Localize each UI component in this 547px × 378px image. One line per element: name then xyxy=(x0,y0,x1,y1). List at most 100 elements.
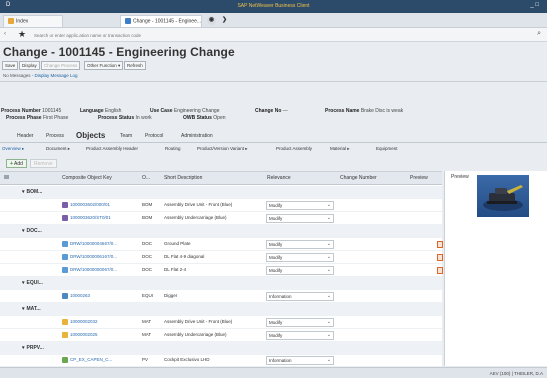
remove-button[interactable]: Remove xyxy=(30,159,57,168)
table-row[interactable]: 1000003620/ST0/01 BOM Assembly Undercarr… xyxy=(0,212,442,225)
short-description: Assembly Drive Unit - Front (Blue) xyxy=(164,202,233,207)
tab-header[interactable]: Header xyxy=(17,133,33,139)
other-function-button[interactable]: Other Function ▾ xyxy=(84,61,124,70)
bom-icon xyxy=(62,215,68,221)
table-row[interactable]: 10000263 EQUI Digger Information ⌄ xyxy=(0,290,442,303)
relevance-select[interactable]: Modify ⌄ xyxy=(266,240,334,249)
table-row[interactable]: DRW/10000004667/0... DOC Ground Plate Mo… xyxy=(0,238,443,251)
preview-image[interactable] xyxy=(477,175,529,217)
group-row-bom[interactable]: ▾ BOM... xyxy=(0,186,442,199)
subtab-equipment[interactable]: Equipment xyxy=(376,146,398,151)
object-key-link[interactable]: 1000003602/000/01 xyxy=(70,202,140,207)
objects-grid: Composite Object Key O... Short Descript… xyxy=(0,171,443,367)
favorite-star-icon[interactable]: ★ xyxy=(18,30,26,39)
column-preview[interactable]: Preview xyxy=(410,175,428,181)
column-change-number[interactable]: Change Number xyxy=(340,175,377,181)
object-key-link[interactable]: 10000263 xyxy=(70,293,140,298)
object-key-link[interactable]: DRW/10000000067/0... xyxy=(70,267,140,272)
search-icon[interactable]: ⌕ xyxy=(537,30,541,38)
subtab-product-assembly-header[interactable]: Product Assembly Header xyxy=(86,146,138,151)
object-key-link[interactable]: 1000003620/ST0/01 xyxy=(70,215,140,220)
chevron-down-icon: ⌄ xyxy=(326,241,331,247)
subtab-overview[interactable]: Overview ▸ xyxy=(2,146,24,152)
display-message-log-link[interactable]: Display Message Log xyxy=(35,73,78,78)
table-row[interactable]: CP_EX_CAPEN_C... PV Cockpit Exclusivo LH… xyxy=(0,354,442,367)
object-type: DOC xyxy=(142,254,152,259)
relevance-select[interactable]: Modify ⌄ xyxy=(266,253,334,262)
pdf-icon[interactable] xyxy=(437,267,443,274)
object-key-link[interactable]: DRW/10000006167/0... xyxy=(70,254,140,259)
tab-protocol[interactable]: Protocol xyxy=(145,133,163,139)
short-description: Assembly Undercarriage (Blue) xyxy=(164,332,227,337)
language-label: Language xyxy=(80,108,104,114)
address-input[interactable] xyxy=(34,31,364,39)
group-row-mat[interactable]: ▾ MAT... xyxy=(0,303,442,316)
table-row[interactable]: DRW/10000006167/0... DOC DL Flat 4-9 dia… xyxy=(0,251,443,264)
chevron-down-icon: ⌄ xyxy=(326,202,331,208)
pdf-icon[interactable] xyxy=(437,241,443,248)
group-label: ▾ PRPV... xyxy=(22,345,44,351)
tab-objects[interactable]: Objects xyxy=(76,131,105,140)
object-type: BOM xyxy=(142,202,153,207)
table-row[interactable]: 10000002032 MAT Assembly Drive Unit - Fr… xyxy=(0,316,442,329)
address-bar: ‹ ★ ⌕ xyxy=(0,28,547,42)
system-info: AEV (100) | THEILER, D.A xyxy=(489,371,543,376)
tab-administration[interactable]: Administration xyxy=(181,133,213,139)
short-description: Ground Plate xyxy=(164,241,191,246)
document-icon xyxy=(62,241,68,247)
relevance-select[interactable]: Modify ⌄ xyxy=(266,266,334,275)
tab-label: Index xyxy=(16,18,29,25)
object-key-link[interactable]: CP_EX_CAPEN_C... xyxy=(70,357,140,362)
tab-index[interactable]: Index xyxy=(3,15,63,27)
change-process-button[interactable]: Change Process xyxy=(41,61,81,70)
tab-team[interactable]: Team xyxy=(120,133,132,139)
save-button[interactable]: Save xyxy=(2,61,19,70)
material-icon xyxy=(62,319,68,325)
add-label: Add xyxy=(14,161,23,167)
short-description: Cockpit Exclusivo LHD xyxy=(164,357,210,362)
refresh-button[interactable]: Refresh xyxy=(124,61,146,70)
table-row[interactable]: 10000002025 MAT Assembly Undercarriage (… xyxy=(0,329,442,342)
add-button[interactable]: + Add xyxy=(6,159,27,168)
column-short-description[interactable]: Short Description xyxy=(164,175,202,181)
group-row-equi[interactable]: ▾ EQUI... xyxy=(0,277,442,290)
tab-change-1001145[interactable]: Change - 1001145 - Enginee...× xyxy=(120,15,202,27)
object-key-link[interactable]: 10000002032 xyxy=(70,319,140,324)
divider xyxy=(0,81,547,82)
object-key-link[interactable]: DRW/10000004667/0... xyxy=(70,241,140,246)
refresh-circle-icon[interactable]: ◉ xyxy=(207,16,216,25)
window-controls[interactable]: _ □ xyxy=(530,2,539,8)
tab-process[interactable]: Process xyxy=(46,133,64,139)
pdf-icon[interactable] xyxy=(437,254,443,261)
column-relevance[interactable]: Relevance xyxy=(267,175,291,181)
table-row[interactable]: DRW/10000000067/0... DOC DL Flat 2-4 Mod… xyxy=(0,264,443,277)
process-name-label: Process Name xyxy=(325,108,360,114)
display-button[interactable]: Display xyxy=(19,61,40,70)
back-arrow-icon[interactable]: ‹ xyxy=(4,31,6,37)
subtab-routing[interactable]: Routing xyxy=(165,146,181,151)
relevance-select[interactable]: Information ⌄ xyxy=(266,292,334,301)
subtab-product-assembly[interactable]: Product Assembly xyxy=(276,146,312,151)
table-row[interactable]: 1000003602/000/01 BOM Assembly Drive Uni… xyxy=(0,199,442,212)
change-no-label: Change No xyxy=(255,108,282,114)
subtab-product-version-variant[interactable]: Product/Version Variant ▸ xyxy=(197,146,247,152)
sidebar-toggle-icon[interactable]: ❯ xyxy=(220,16,229,25)
header-info: Process Number 1001145 Language English … xyxy=(0,108,547,128)
collapse-caret-icon: ▾ xyxy=(22,228,25,234)
relevance-select[interactable]: Modify ⌄ xyxy=(266,331,334,340)
column-composite-object-key[interactable]: Composite Object Key xyxy=(62,175,112,181)
column-object-type[interactable]: O... xyxy=(142,175,150,181)
subtab-document[interactable]: Document ▸ xyxy=(46,146,70,152)
subtab-material[interactable]: Material ▸ xyxy=(330,146,350,152)
filter-icon[interactable] xyxy=(4,175,11,181)
relevance-select[interactable]: Modify ⌄ xyxy=(266,318,334,327)
relevance-select[interactable]: Information ⌄ xyxy=(266,356,334,365)
chevron-down-icon: ⌄ xyxy=(326,215,331,221)
object-type-tabs: Overview ▸ Document ▸ Product Assembly H… xyxy=(0,145,547,155)
relevance-select[interactable]: Modify ⌄ xyxy=(266,201,334,210)
collapse-caret-icon: ▾ xyxy=(22,306,25,312)
window-title: SAP NetWeaver Business Client xyxy=(237,3,310,9)
relevance-select[interactable]: Modify ⌄ xyxy=(266,214,334,223)
group-row-doc[interactable]: ▾ DOC... xyxy=(0,225,442,238)
object-key-link[interactable]: 10000002025 xyxy=(70,332,140,337)
